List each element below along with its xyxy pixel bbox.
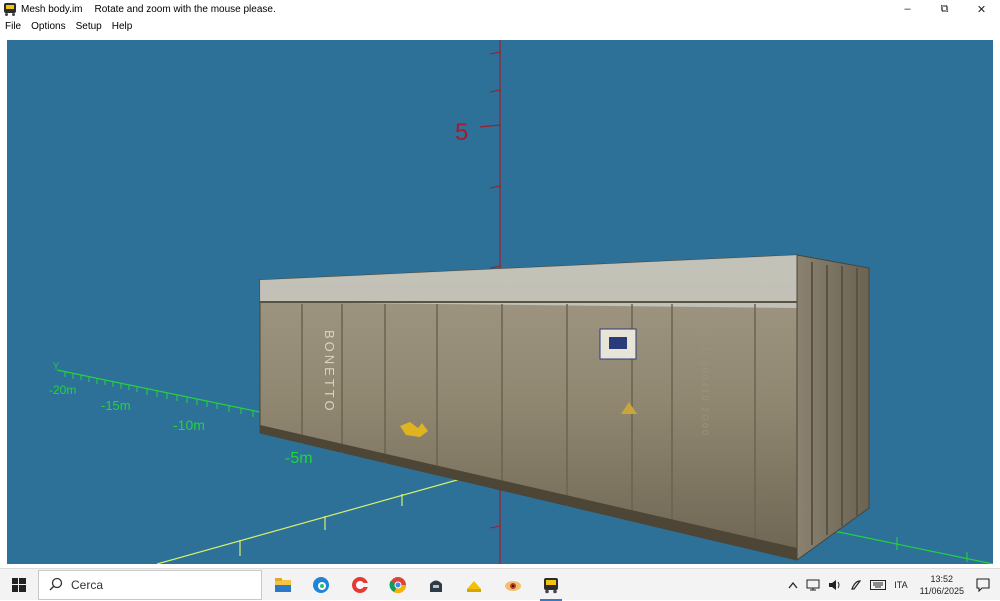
yellow-app[interactable] <box>457 569 491 601</box>
container-tarp <box>260 255 797 308</box>
ccleaner-app[interactable] <box>343 569 377 601</box>
search-icon <box>49 577 63 594</box>
window-title: Mesh body.im <box>21 3 83 15</box>
clock[interactable]: 13:52 11/06/2025 <box>912 573 972 597</box>
yellow-app-icon <box>467 581 481 592</box>
close-button[interactable]: ✕ <box>963 0 1000 18</box>
mesh-viewer-icon <box>544 578 558 594</box>
language-indicator[interactable]: ITA <box>890 580 911 590</box>
dark-app[interactable] <box>419 569 453 601</box>
eye-icon <box>505 581 521 591</box>
y-tick-label: -15m <box>101 398 131 413</box>
z-tick <box>489 265 501 269</box>
y-tick-label: -20m <box>49 383 76 397</box>
speaker-icon[interactable] <box>824 579 846 591</box>
clock-date: 11/06/2025 <box>919 586 964 596</box>
window-controls: – ⧉ ✕ <box>889 0 1000 18</box>
y-axis-name: Y <box>53 361 59 371</box>
dark-app-icon <box>430 580 442 592</box>
container-code: BGCU 200410 2G00 <box>700 322 710 437</box>
chrome-browser-app[interactable] <box>381 569 415 601</box>
z-tick <box>489 185 501 189</box>
scene-canvas[interactable]: 5 Y -20m -15m -10m -5m BONETTO BGCU 2004… <box>7 40 993 564</box>
container-end <box>796 254 870 561</box>
pen-icon[interactable] <box>846 579 866 591</box>
edge-browser-app[interactable] <box>304 569 338 601</box>
menu-file[interactable]: File <box>0 21 26 32</box>
x-axis <box>156 467 501 564</box>
network-icon[interactable] <box>802 579 824 591</box>
z-tick <box>489 525 501 529</box>
z-tick <box>489 51 501 55</box>
window-message: Rotate and zoom with the mouse please. <box>94 3 276 15</box>
file-explorer-app[interactable] <box>266 569 300 601</box>
title-bar: Mesh body.im Rotate and zoom with the mo… <box>0 0 1000 18</box>
search-box[interactable]: Cerca <box>38 570 262 600</box>
folder-icon <box>275 578 291 592</box>
container-badge-mark <box>609 337 627 349</box>
y-tick-label: -10m <box>173 417 205 433</box>
app-icon <box>3 2 17 16</box>
y-tick-label: -5m <box>285 450 313 467</box>
search-placeholder: Cerca <box>71 578 104 592</box>
minimize-button[interactable]: – <box>889 0 926 18</box>
keyboard-icon[interactable] <box>866 580 890 590</box>
maximize-button[interactable]: ⧉ <box>926 0 963 18</box>
taskbar: Cerca ITA 13:52 11/06/2025 <box>0 568 1000 601</box>
ccleaner-icon <box>352 577 368 593</box>
system-tray: ITA 13:52 11/06/2025 <box>784 569 1000 601</box>
chrome-icon <box>389 577 407 594</box>
clock-time: 13:52 <box>930 574 954 584</box>
menu-options[interactable]: Options <box>26 21 70 32</box>
menu-help[interactable]: Help <box>107 21 138 32</box>
notification-icon[interactable] <box>972 578 1000 592</box>
z-tick <box>479 124 501 128</box>
edge-icon <box>313 577 329 593</box>
start-button[interactable] <box>0 569 38 601</box>
chevron-up-icon[interactable] <box>784 581 802 589</box>
3d-viewport[interactable]: 5 Y -20m -15m -10m -5m BONETTO BGCU 2004… <box>7 40 993 564</box>
eye-app[interactable] <box>496 569 530 601</box>
mesh-viewer-app[interactable] <box>534 569 568 601</box>
menu-setup[interactable]: Setup <box>71 21 107 32</box>
windows-icon <box>12 578 26 592</box>
container-logo: BONETTO <box>322 330 337 414</box>
container-mesh: BONETTO BGCU 200410 2G00 <box>259 254 870 561</box>
z-axis-label: 5 <box>455 119 468 146</box>
menu-bar: File Options Setup Help <box>0 18 1000 34</box>
z-tick <box>489 89 501 93</box>
